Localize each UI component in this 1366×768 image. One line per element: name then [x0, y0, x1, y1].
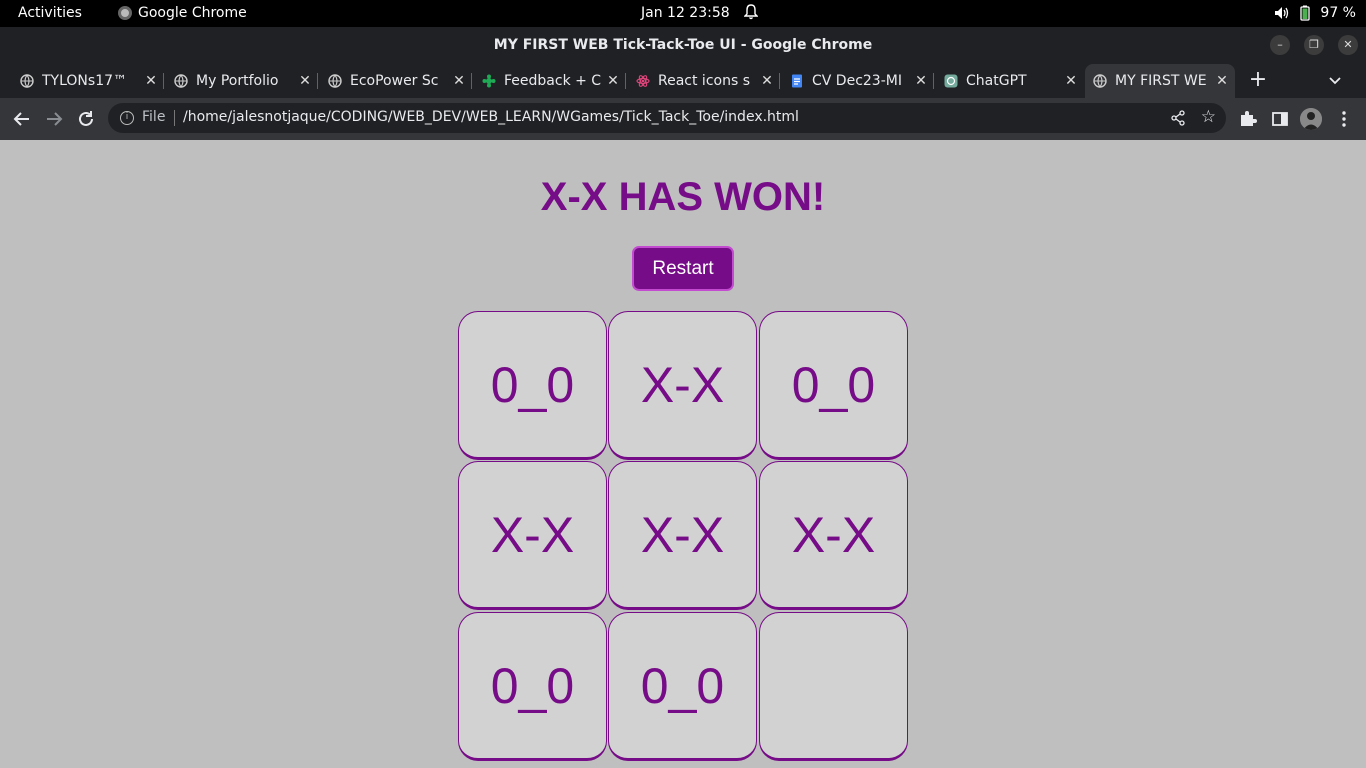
close-tab-icon[interactable]: ✕	[758, 73, 776, 89]
share-icon[interactable]	[1170, 110, 1186, 126]
extensions-puzzle-icon[interactable]	[1238, 109, 1258, 129]
board-cell-5[interactable]: X-X	[608, 461, 757, 610]
tab-label: TYLONs17™	[42, 73, 128, 89]
side-panel-icon[interactable]	[1270, 109, 1290, 129]
tab-tick-tack-toe-active[interactable]: MY FIRST WE ✕	[1085, 64, 1235, 98]
back-arrow-icon[interactable]	[12, 109, 32, 129]
tab-chatgpt[interactable]: ChatGPT ✕	[936, 64, 1084, 98]
tab-label: ChatGPT	[966, 73, 1027, 89]
forward-arrow-icon[interactable]	[44, 109, 64, 129]
avatar-image	[1300, 108, 1322, 130]
tab-strip: TYLONs17™ ✕ My Portfolio ✕ EcoPower Sc ✕…	[0, 64, 1366, 98]
tab-react-icons[interactable]: React icons s ✕	[628, 64, 780, 98]
tab-feedback[interactable]: Feedback + C ✕	[474, 64, 626, 98]
tab-search-chevron-icon[interactable]	[1326, 72, 1344, 90]
globe-icon	[174, 74, 188, 88]
minimize-button[interactable]: –	[1270, 35, 1290, 55]
maximize-button[interactable]: ❐	[1304, 35, 1324, 55]
restart-button[interactable]: Restart	[632, 246, 734, 291]
board-cell-4[interactable]: X-X	[458, 461, 607, 610]
tab-tylons[interactable]: TYLONs17™ ✕	[12, 64, 164, 98]
tab-ecopower[interactable]: EcoPower Sc ✕	[320, 64, 472, 98]
globe-icon	[20, 74, 34, 88]
page-content: X-X HAS WON! Restart 0_0 X-X 0_0 X-X X-X…	[0, 140, 1366, 768]
board-cell-2[interactable]: X-X	[608, 311, 757, 460]
globe-icon	[1093, 74, 1107, 88]
chrome-icon	[118, 6, 132, 20]
tab-label: EcoPower Sc	[350, 73, 439, 89]
board-cell-8[interactable]: 0_0	[608, 612, 757, 761]
address-bar[interactable]: i File /home/jalesnotjaque/CODING/WEB_DE…	[108, 103, 1226, 133]
battery-icon	[1300, 5, 1311, 21]
window-title-bar: MY FIRST WEB Tick-Tack-Toe UI - Google C…	[0, 27, 1366, 64]
chatgpt-icon	[944, 74, 958, 88]
close-window-button[interactable]: ✕	[1338, 35, 1358, 55]
bookmark-star-icon[interactable]: ☆	[1201, 107, 1216, 127]
system-tray[interactable]: 97 %	[1274, 5, 1356, 21]
board-cell-7[interactable]: 0_0	[458, 612, 607, 761]
tab-label: React icons s	[658, 73, 750, 89]
app-menu[interactable]: Google Chrome	[118, 5, 247, 21]
profile-avatar[interactable]	[1300, 108, 1322, 130]
close-tab-icon[interactable]: ✕	[912, 73, 930, 89]
notification-bell-icon	[744, 4, 758, 20]
battery-percentage: 97 %	[1320, 5, 1356, 21]
site-info-icon[interactable]: i	[120, 111, 134, 125]
google-docs-icon	[792, 74, 802, 88]
scheme-label: File	[142, 109, 166, 125]
tab-label: My Portfolio	[196, 73, 279, 89]
clock[interactable]: Jan 12 23:58	[641, 5, 730, 21]
volume-icon	[1275, 7, 1289, 19]
globe-icon	[328, 74, 342, 88]
close-tab-icon[interactable]: ✕	[1062, 73, 1080, 89]
close-tab-icon[interactable]: ✕	[450, 73, 468, 89]
tab-label: MY FIRST WE	[1115, 73, 1207, 89]
new-tab-button[interactable]: +	[1248, 69, 1268, 91]
browser-toolbar: i File /home/jalesnotjaque/CODING/WEB_DE…	[0, 98, 1366, 140]
board-cell-1[interactable]: 0_0	[458, 311, 607, 460]
url-text[interactable]: /home/jalesnotjaque/CODING/WEB_DEV/WEB_L…	[183, 109, 799, 125]
close-tab-icon[interactable]: ✕	[604, 73, 622, 89]
tab-cv[interactable]: CV Dec23-MI ✕	[782, 64, 934, 98]
window-title: MY FIRST WEB Tick-Tack-Toe UI - Google C…	[493, 37, 873, 53]
system-top-bar: Activities Google Chrome Jan 12 23:58 97…	[0, 0, 1366, 27]
board-cell-9[interactable]	[759, 612, 908, 761]
feedback-icon	[482, 74, 496, 88]
app-name: Google Chrome	[138, 5, 247, 21]
tab-label: Feedback + C	[504, 73, 602, 89]
game-status-heading: X-X HAS WON!	[540, 175, 826, 219]
more-menu-icon[interactable]	[1334, 109, 1354, 129]
tab-label: CV Dec23-MI	[812, 73, 902, 89]
board-cell-3[interactable]: 0_0	[759, 311, 908, 460]
close-tab-icon[interactable]: ✕	[142, 73, 160, 89]
reload-icon[interactable]	[76, 109, 96, 129]
close-tab-icon[interactable]: ✕	[1213, 73, 1231, 89]
tab-portfolio[interactable]: My Portfolio ✕	[166, 64, 318, 98]
board-cell-6[interactable]: X-X	[759, 461, 908, 610]
activities-button[interactable]: Activities	[18, 5, 82, 21]
react-icon	[636, 75, 650, 87]
close-tab-icon[interactable]: ✕	[296, 73, 314, 89]
